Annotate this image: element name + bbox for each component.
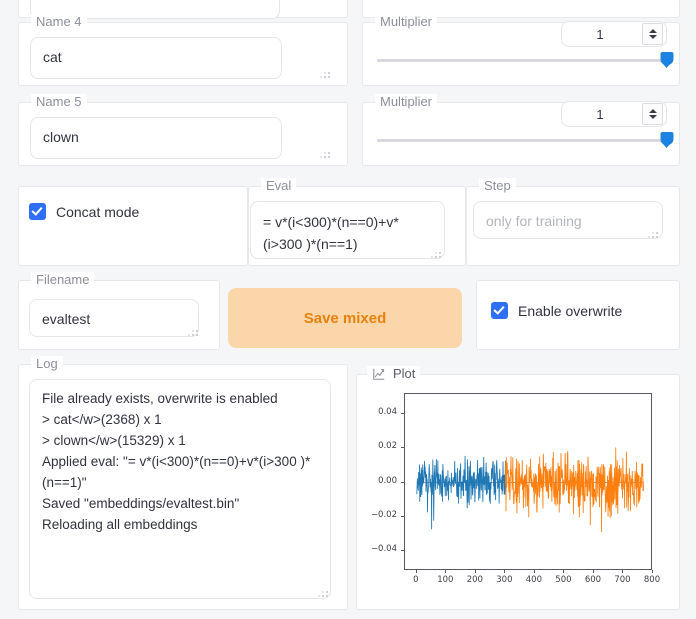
enable-overwrite-row[interactable]: Enable overwrite	[491, 302, 622, 319]
save-mixed-label: Save mixed	[303, 309, 387, 327]
log-line: Saved "embeddings/evaltest.bin"	[42, 496, 240, 511]
y-tick-mark	[401, 515, 404, 517]
name-4-legend: Name 4	[31, 14, 87, 30]
log-line: > clown</w>(15329) x 1	[42, 433, 186, 448]
log-textarea[interactable]: File already exists, overwrite is enable…	[29, 379, 331, 599]
multiplier-row-5-panel: Multiplier 1	[362, 94, 680, 166]
x-tick-mark	[622, 570, 624, 573]
log-panel: Log File already exists, overwrite is en…	[18, 356, 348, 610]
x-tick-mark	[563, 570, 565, 573]
plot-panel: Plot −0.04 −0.02 0.00 0.02 0.04 0 100 200 300 40…	[356, 366, 680, 610]
concat-mode-row[interactable]: Concat mode	[29, 203, 139, 220]
x-tick-mark	[504, 570, 506, 573]
spinner-up-icon[interactable]	[648, 109, 657, 113]
plot-axes	[404, 393, 652, 570]
step-panel: Step only for training	[466, 178, 680, 266]
y-tick-mark	[401, 549, 404, 551]
x-tick-label: 800	[643, 575, 661, 585]
multiplier-4-legend: Multiplier	[375, 14, 438, 30]
multiplier-row-4-panel: Multiplier 1	[362, 14, 680, 86]
multiplier-5-spinner[interactable]	[642, 103, 663, 125]
multiplier-5-value: 1	[596, 106, 604, 122]
log-line: > cat</w>(2368) x 1	[42, 412, 162, 427]
plot-figure: −0.04 −0.02 0.00 0.02 0.04 0 100 200 300 400 500 6…	[359, 385, 677, 605]
save-mixed-button[interactable]: Save mixed	[228, 288, 462, 348]
name-5-legend: Name 5	[31, 94, 87, 110]
app-root: Name 4 cat Multiplier 1 Name 5 clown Mul…	[0, 0, 696, 619]
log-line: Reloading all embeddings	[42, 517, 198, 532]
eval-textarea[interactable]: = v*(i<300)*(n==0)+v*(i>300 )*(n==1)	[250, 201, 445, 259]
slider-track	[377, 59, 667, 62]
multiplier-4-slider[interactable]	[377, 52, 674, 68]
slider-track	[377, 139, 667, 142]
step-textarea[interactable]: only for training	[473, 201, 663, 239]
filename-textarea[interactable]: evaltest	[29, 299, 199, 337]
multiplier-5-number-input[interactable]: 1	[561, 101, 667, 127]
concat-mode-panel: Concat mode	[18, 186, 248, 266]
spinner-down-icon[interactable]	[648, 35, 657, 39]
y-tick-label: −0.02	[370, 509, 397, 520]
y-tick-mark	[401, 481, 404, 483]
concat-mode-checkbox[interactable]	[29, 203, 46, 220]
multiplier-4-value: 1	[596, 26, 604, 42]
x-tick-mark	[445, 570, 447, 573]
concat-mode-label: Concat mode	[56, 203, 140, 220]
eval-legend: Eval	[261, 178, 297, 194]
filename-legend: Filename	[31, 272, 95, 288]
spinner-down-icon[interactable]	[648, 115, 657, 119]
x-tick-mark	[415, 570, 417, 573]
multiplier-5-legend: Multiplier	[375, 94, 438, 110]
enable-overwrite-label: Enable overwrite	[518, 302, 623, 319]
slider-thumb[interactable]	[660, 52, 674, 68]
name-4-textarea[interactable]: cat	[30, 37, 282, 79]
filename-panel: Filename evaltest	[18, 272, 220, 350]
x-tick-mark	[652, 570, 653, 573]
y-tick-label: 0.02	[378, 441, 397, 452]
multiplier-5-slider[interactable]	[377, 132, 674, 148]
plot-series-segment-1	[416, 455, 506, 530]
log-line: Applied eval: "= v*(i<300)*(n==0)+v*(i>3…	[42, 454, 311, 490]
name-row-4-panel: Name 4 cat	[18, 14, 348, 86]
name-5-resize-grip[interactable]	[320, 150, 330, 159]
y-tick-label: −0.04	[370, 543, 397, 554]
y-tick-mark	[401, 447, 404, 449]
line-chart-icon	[373, 368, 385, 380]
step-legend: Step	[479, 178, 516, 194]
x-tick-mark	[474, 570, 476, 573]
spinner-up-icon[interactable]	[648, 29, 657, 33]
plot-series-segment-2	[504, 447, 644, 533]
enable-overwrite-checkbox[interactable]	[491, 302, 508, 319]
y-tick-mark	[401, 413, 404, 415]
log-legend: Log	[31, 356, 63, 372]
y-tick-label: 0.00	[378, 475, 397, 486]
x-tick-mark	[592, 570, 594, 573]
eval-panel: Eval = v*(i<300)*(n==0)+v*(i>300 )*(n==1…	[248, 178, 466, 266]
name-row-5-panel: Name 5 clown	[18, 94, 348, 166]
multiplier-4-spinner[interactable]	[642, 23, 663, 45]
multiplier-4-number-input[interactable]: 1	[561, 21, 667, 47]
log-line: File already exists, overwrite is enable…	[42, 391, 278, 406]
name-5-textarea[interactable]: clown	[30, 117, 282, 159]
y-tick-label: 0.04	[378, 407, 397, 418]
plot-label: Plot	[393, 366, 416, 381]
x-tick-mark	[533, 570, 535, 573]
enable-overwrite-panel: Enable overwrite	[476, 280, 680, 350]
slider-thumb[interactable]	[660, 132, 674, 148]
plot-data-lines	[416, 447, 644, 533]
name-4-resize-grip[interactable]	[320, 70, 330, 79]
plot-legend-header: Plot	[367, 366, 421, 381]
